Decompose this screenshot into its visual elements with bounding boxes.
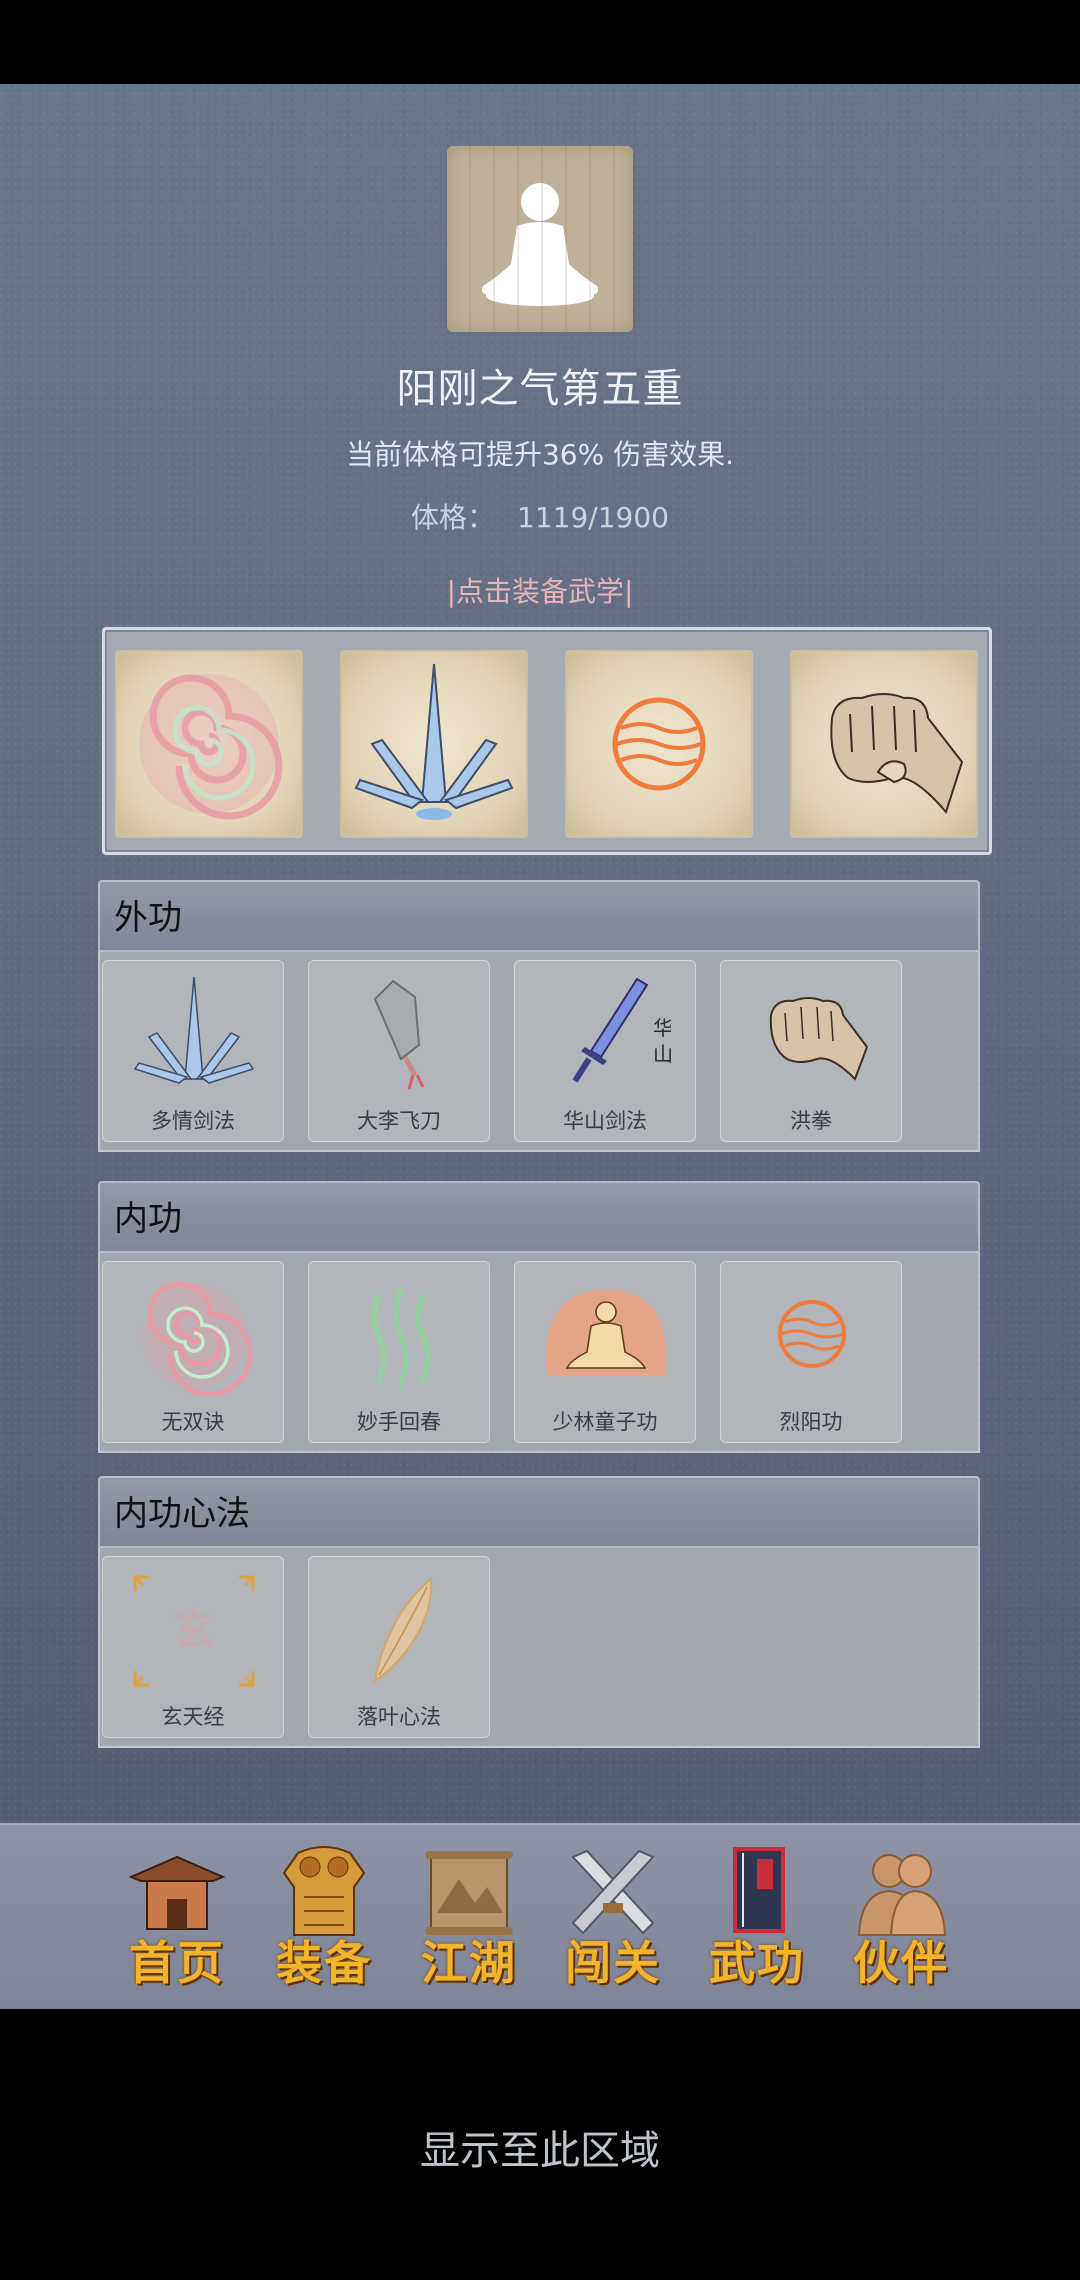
skill-card-dali-flying-knife[interactable]: 大李飞刀	[308, 960, 490, 1142]
skill-card-luoye[interactable]: 落叶心法	[308, 1556, 490, 1738]
realm-title: 阳刚之气第五重	[396, 366, 684, 412]
skill-card-duoqing-sword[interactable]: 多情剑法	[102, 960, 284, 1142]
equipped-skills-bar	[102, 627, 992, 855]
skill-grid: 无双诀 妙手回春 少林童子功 烈阳功	[98, 1253, 980, 1453]
nav-challenge[interactable]: 闯关	[548, 1839, 678, 1999]
nav-equipment[interactable]: 装备	[259, 1839, 389, 1999]
skill-card-hong-fist[interactable]: 洪拳	[720, 960, 902, 1142]
skill-card-lieyang[interactable]: 烈阳功	[720, 1261, 902, 1443]
svg-text:华: 华	[653, 1016, 671, 1040]
physique-value: 1119/1900	[517, 501, 669, 534]
skill-card-shaolin-tongzi[interactable]: 少林童子功	[514, 1261, 696, 1443]
nav-label: 装备	[276, 1936, 372, 1990]
physique-label: 体格：	[411, 501, 496, 534]
meditating-monk-icon	[546, 1289, 666, 1376]
crystal-blades-icon	[354, 663, 514, 820]
display-area-note: 显示至此区域	[420, 2128, 660, 2174]
skill-card-xuantian[interactable]: 玄 玄天经	[102, 1556, 284, 1738]
spiral-icon	[139, 674, 283, 820]
skill-grid: 玄 玄天经 落叶心法	[98, 1548, 980, 1748]
skill-label: 落叶心法	[357, 1705, 441, 1729]
nav-companions[interactable]: 伙伴	[836, 1839, 966, 1999]
section-external-skills: 外功 多情剑法 大李飞刀 华 山 华山剑法 洪拳	[98, 880, 980, 1152]
meditation-avatar-icon	[447, 146, 633, 332]
cleaver-icon	[373, 979, 425, 1090]
skill-label: 妙手回春	[357, 1410, 441, 1434]
skill-card-huashan-sword[interactable]: 华 山 华山剑法	[514, 960, 696, 1142]
equipped-slot-1[interactable]	[115, 650, 303, 838]
nav-label: 闯关	[565, 1936, 661, 1990]
nav-jianghu[interactable]: 江湖	[404, 1839, 534, 1999]
section-title: 外功	[98, 880, 980, 952]
skill-label: 大李飞刀	[357, 1109, 441, 1133]
skill-label: 玄天经	[161, 1705, 225, 1729]
skill-label: 无双诀	[161, 1410, 225, 1434]
skill-label: 华山剑法	[563, 1109, 647, 1133]
nav-label: 首页	[129, 1936, 225, 1990]
equipped-slot-3[interactable]	[565, 650, 753, 838]
fire-orb-icon	[778, 1300, 846, 1368]
svg-text:山: 山	[653, 1042, 671, 1066]
realm-description: 当前体格可提升36% 伤害效果.	[345, 438, 735, 471]
nav-martial-arts[interactable]: 武功	[692, 1839, 822, 1999]
skill-grid: 多情剑法 大李飞刀 华 山 华山剑法 洪拳	[98, 952, 980, 1152]
section-internal-methods: 内功心法 玄 玄天经 落叶心法	[98, 1476, 980, 1748]
sword-icon: 华 山	[572, 977, 671, 1083]
physique-stat: 体格： 1119/1900	[0, 496, 1080, 536]
skill-card-wushuang[interactable]: 无双诀	[102, 1261, 284, 1443]
nav-home[interactable]: 首页	[112, 1839, 242, 1999]
leaf-icon	[373, 1576, 433, 1684]
bottom-nav: 首页 装备 江湖 闯关 武功 伙伴	[0, 1823, 1080, 2009]
svg-text:玄: 玄	[172, 1605, 216, 1656]
section-internal-skills: 内功 无双诀 妙手回春 少林童子功 烈阳功	[98, 1181, 980, 1453]
equipped-slot-2[interactable]	[340, 650, 528, 838]
nav-label: 伙伴	[853, 1936, 949, 1990]
nav-label: 武功	[709, 1936, 805, 1990]
skill-label: 少林童子功	[552, 1410, 658, 1434]
equipped-slot-4[interactable]	[790, 650, 978, 838]
nav-label: 江湖	[421, 1936, 517, 1990]
crystal-blades-icon	[133, 976, 255, 1084]
section-title: 内功心法	[98, 1476, 980, 1548]
skill-label: 多情剑法	[151, 1109, 235, 1133]
xuan-seal-icon: 玄	[133, 1575, 255, 1687]
skill-label: 洪拳	[790, 1109, 832, 1133]
spiral-icon	[142, 1281, 253, 1396]
green-waves-icon	[371, 1287, 431, 1387]
skill-card-miaoshou-huichun[interactable]: 妙手回春	[308, 1261, 490, 1443]
status-bar	[0, 0, 1080, 84]
fist-icon	[830, 693, 964, 815]
skill-label: 烈阳功	[779, 1410, 843, 1434]
section-title: 内功	[98, 1181, 980, 1253]
equip-hint[interactable]: |点击装备武学|	[0, 570, 1080, 610]
fire-orb-icon	[612, 697, 706, 791]
fist-icon	[769, 997, 869, 1081]
martial-arts-screen: 阳刚之气第五重 当前体格可提升36% 伤害效果. 体格： 1119/1900 |点…	[0, 84, 1080, 1824]
